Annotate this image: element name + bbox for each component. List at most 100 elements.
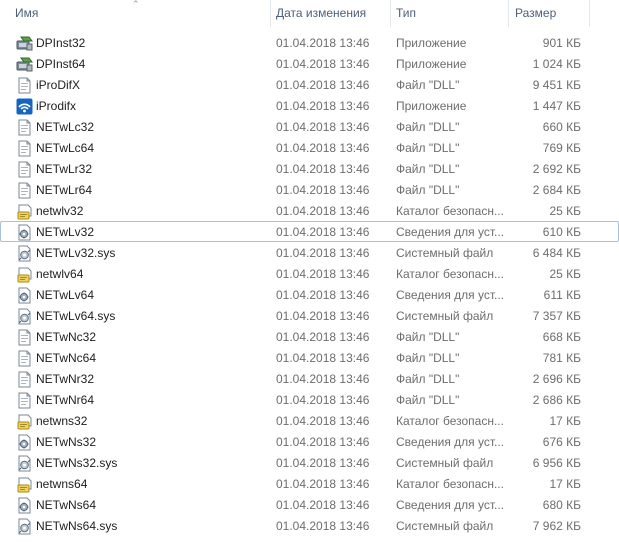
file-row[interactable]: NETwLv64 01.04.2018 13:46 Сведения для уст…	[0, 284, 619, 305]
file-row[interactable]: DPInst64 01.04.2018 13:46 Приложение 1 024 …	[0, 53, 619, 74]
file-row[interactable]: NETwLv32 01.04.2018 13:46 Сведения для уст…	[0, 221, 619, 242]
file-date: 01.04.2018 13:46	[276, 141, 370, 155]
file-date: 01.04.2018 13:46	[276, 351, 370, 365]
sys-icon	[16, 308, 33, 325]
file-name: NETwLc32	[36, 120, 95, 134]
file-row[interactable]: NETwLc64 01.04.2018 13:46 Файл "DLL" 769 КБ	[0, 137, 619, 158]
file-type: Приложение	[396, 36, 467, 50]
file-row[interactable]: NETwLr32 01.04.2018 13:46 Файл "DLL" 2 692 …	[0, 158, 619, 179]
file-size: 17 КБ	[549, 414, 581, 428]
file-type: Сведения для уст...	[396, 225, 505, 239]
file-size: 6 956 КБ	[532, 456, 581, 470]
file-name: NETwNc32	[36, 330, 97, 344]
wifi-app-icon	[16, 98, 33, 115]
dll-icon	[16, 182, 33, 199]
sort-ascending-icon: ⌃	[132, 0, 140, 9]
file-name: NETwLv32.sys	[36, 246, 116, 260]
file-row[interactable]: DPInst32 01.04.2018 13:46 Приложение 901 КБ	[0, 32, 619, 53]
file-type: Каталог безопасн...	[396, 204, 504, 218]
file-row[interactable]: netwns32 01.04.2018 13:46 Каталог безопасн…	[0, 410, 619, 431]
column-header-name[interactable]: Имя	[15, 0, 38, 27]
file-size: 660 КБ	[542, 120, 581, 134]
file-row[interactable]: netwlv64 01.04.2018 13:46 Каталог безопасн…	[0, 263, 619, 284]
file-name: NETwNs64.sys	[36, 519, 118, 533]
file-row[interactable]: NETwNr32 01.04.2018 13:46 Файл "DLL" 2 696 …	[0, 368, 619, 389]
file-type: Файл "DLL"	[396, 330, 460, 344]
file-name: DPInst32	[36, 36, 86, 50]
file-type: Каталог безопасн...	[396, 267, 504, 281]
file-row[interactable]: NETwNs64 01.04.2018 13:46 Сведения для уст…	[0, 494, 619, 515]
file-name: NETwLv32	[36, 225, 95, 239]
file-row[interactable]: netwlv32 01.04.2018 13:46 Каталог безопасн…	[0, 200, 619, 221]
file-row[interactable]: NETwNs32 01.04.2018 13:46 Сведения для уст…	[0, 431, 619, 452]
sys-icon	[16, 455, 33, 472]
file-size: 2 692 КБ	[532, 162, 581, 176]
file-row[interactable]: NETwLc32 01.04.2018 13:46 Файл "DLL" 660 КБ	[0, 116, 619, 137]
file-type: Приложение	[396, 99, 467, 113]
file-row[interactable]: NETwLv64.sys 01.04.2018 13:46 Системный фа…	[0, 305, 619, 326]
catalog-icon	[16, 476, 33, 493]
file-date: 01.04.2018 13:46	[276, 57, 370, 71]
file-date: 01.04.2018 13:46	[276, 288, 370, 302]
file-type: Каталог безопасн...	[396, 414, 504, 428]
file-size: 6 484 КБ	[532, 246, 581, 260]
file-date: 01.04.2018 13:46	[276, 204, 370, 218]
catalog-icon	[16, 266, 33, 283]
file-date: 01.04.2018 13:46	[276, 393, 370, 407]
file-row[interactable]: NETwNc64 01.04.2018 13:46 Файл "DLL" 781 КБ	[0, 347, 619, 368]
file-type: Файл "DLL"	[396, 183, 460, 197]
file-name: NETwNs32.sys	[36, 456, 118, 470]
file-name: netwns64	[36, 477, 88, 491]
column-header-size[interactable]: Размер	[515, 0, 556, 27]
file-row[interactable]: NETwNc32 01.04.2018 13:46 Файл "DLL" 668 КБ	[0, 326, 619, 347]
file-size: 25 КБ	[549, 267, 581, 281]
file-name: NETwLv64.sys	[36, 309, 116, 323]
column-divider[interactable]	[390, 0, 391, 27]
file-row[interactable]: iProDifX 01.04.2018 13:46 Файл "DLL" 9 451 …	[0, 74, 619, 95]
file-row[interactable]: NETwNs64.sys 01.04.2018 13:46 Системный фа…	[0, 515, 619, 536]
file-name: DPInst64	[36, 57, 86, 71]
file-date: 01.04.2018 13:46	[276, 456, 370, 470]
file-name: NETwNr32	[36, 372, 95, 386]
file-row[interactable]: NETwNs32.sys 01.04.2018 13:46 Системный фа…	[0, 452, 619, 473]
column-header-date[interactable]: Дата изменения	[276, 0, 366, 27]
file-type: Системный файл	[396, 456, 494, 470]
sys-icon	[16, 245, 33, 262]
dll-icon	[16, 392, 33, 409]
file-name: NETwNs32	[36, 435, 97, 449]
file-date: 01.04.2018 13:46	[276, 309, 370, 323]
file-date: 01.04.2018 13:46	[276, 330, 370, 344]
file-name: NETwNc64	[36, 351, 97, 365]
sys-icon	[16, 518, 33, 535]
file-row[interactable]: NETwLv32.sys 01.04.2018 13:46 Системный фа…	[0, 242, 619, 263]
file-row[interactable]: iProdifx 01.04.2018 13:46 Приложение 1 447 …	[0, 95, 619, 116]
column-divider[interactable]	[589, 0, 590, 27]
file-date: 01.04.2018 13:46	[276, 225, 370, 239]
file-date: 01.04.2018 13:46	[276, 246, 370, 260]
file-name: NETwLv64	[36, 288, 95, 302]
file-date: 01.04.2018 13:46	[276, 414, 370, 428]
file-row[interactable]: netwns64 01.04.2018 13:46 Каталог безопасн…	[0, 473, 619, 494]
file-date: 01.04.2018 13:46	[276, 99, 370, 113]
file-row[interactable]: NETwNr64 01.04.2018 13:46 Файл "DLL" 2 686 …	[0, 389, 619, 410]
file-row[interactable]: NETwLr64 01.04.2018 13:46 Файл "DLL" 2 684 …	[0, 179, 619, 200]
file-type: Системный файл	[396, 246, 494, 260]
column-header-type[interactable]: Тип	[396, 0, 416, 27]
dll-icon	[16, 77, 33, 94]
file-size: 2 696 КБ	[532, 372, 581, 386]
file-type: Системный файл	[396, 309, 494, 323]
dll-icon	[16, 371, 33, 388]
file-name: NETwLr32	[36, 162, 93, 176]
file-name: NETwLc64	[36, 141, 95, 155]
file-type: Сведения для уст...	[396, 498, 505, 512]
file-date: 01.04.2018 13:46	[276, 183, 370, 197]
file-type: Файл "DLL"	[396, 393, 460, 407]
file-size: 25 КБ	[549, 204, 581, 218]
inf-icon	[16, 497, 33, 514]
column-divider[interactable]	[270, 0, 271, 27]
file-type: Файл "DLL"	[396, 78, 460, 92]
file-type: Каталог безопасн...	[396, 477, 504, 491]
dll-icon	[16, 350, 33, 367]
file-date: 01.04.2018 13:46	[276, 519, 370, 533]
column-divider[interactable]	[508, 0, 509, 27]
